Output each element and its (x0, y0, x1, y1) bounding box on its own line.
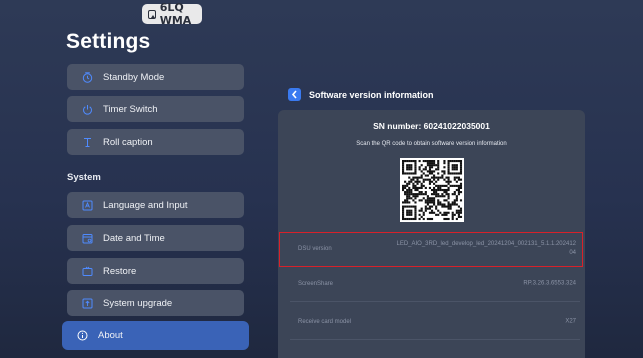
upgrade-icon (82, 298, 93, 309)
info-row-value: RP.3.26.3.6553.324 (523, 280, 576, 287)
menu-item-restore[interactable]: Restore (67, 258, 244, 284)
menu-item-roll-caption[interactable]: Roll caption (67, 129, 244, 155)
menu-item-label: Date and Time (103, 232, 165, 244)
scan-instruction: Scan the QR code to obtain software vers… (356, 141, 507, 147)
menu-item-label: Standby Mode (103, 71, 165, 83)
restore-icon (82, 266, 93, 277)
standby-clock-icon (82, 71, 93, 83)
info-icon (77, 330, 88, 341)
menu-item-label: Language and Input (103, 199, 188, 211)
menu-item-label: Roll caption (103, 136, 153, 148)
menu-item-label: Restore (103, 265, 137, 277)
calendar-icon (82, 233, 93, 244)
menu-item-timer-switch[interactable]: Timer Switch (67, 96, 244, 122)
info-row-receive-card-model: Receive card model X27 (290, 305, 580, 340)
screen-cast-icon (148, 9, 156, 19)
back-button[interactable] (288, 88, 301, 101)
power-icon (82, 104, 93, 115)
cast-code-badge: 6LQ WMA (142, 1, 202, 27)
serial-number: SN number: 60241022035001 (373, 121, 490, 131)
menu-item-standby-mode[interactable]: Standby Mode (67, 64, 244, 90)
info-row-value: X27 (565, 318, 576, 325)
qr-code (400, 158, 464, 222)
menu-item-label: About (98, 330, 123, 341)
panel-title: Software version information (309, 89, 434, 100)
info-row-key: Receive card model (298, 319, 352, 325)
menu-item-language-and-input[interactable]: Language and Input (67, 192, 244, 218)
info-row-key: ScreenShare (298, 281, 334, 287)
menu-item-date-and-time[interactable]: Date and Time (67, 225, 244, 251)
panel-header: Software version information (288, 88, 434, 101)
section-label-system: System (67, 172, 101, 183)
cast-code-label: 6LQ WMA (159, 1, 192, 27)
menu-item-system-upgrade[interactable]: System upgrade (67, 290, 244, 316)
chevron-left-icon (291, 90, 297, 99)
menu-item-label: Timer Switch (103, 103, 158, 115)
menu-item-label: System upgrade (103, 297, 173, 309)
info-row-screenshare: ScreenShare RP.3.26.3.6553.324 (290, 267, 580, 302)
language-icon (82, 200, 93, 211)
text-caption-icon (82, 137, 93, 148)
page-title: Settings (66, 30, 151, 53)
highlight-box (279, 232, 583, 267)
menu-item-about[interactable]: About (62, 321, 249, 350)
